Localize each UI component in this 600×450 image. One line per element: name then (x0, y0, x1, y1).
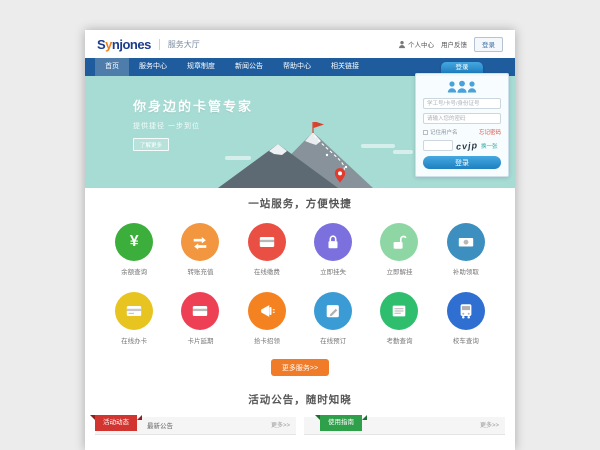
logo-accent: y (105, 37, 112, 52)
services-grid: ¥ 余额查询 转账充值 在线缴费 立即挂失 (101, 223, 499, 345)
megaphone-icon (248, 292, 286, 330)
attendance-icon (380, 292, 418, 330)
service-item-card-renewal[interactable]: 卡片延期 (167, 292, 233, 345)
nav-item-regulations[interactable]: 规章制度 (177, 58, 225, 76)
guide-panel: 使用指南 更多>> (304, 417, 505, 450)
nav-item-related-links[interactable]: 相关链接 (321, 58, 369, 76)
hero-cta-button[interactable]: 了解更多 (133, 138, 169, 151)
service-item-attendance-query[interactable]: 考勤查询 (366, 292, 432, 345)
captcha-image[interactable]: cvjp (456, 140, 479, 152)
bus-icon (447, 292, 485, 330)
nav-item-news[interactable]: 新闻公告 (225, 58, 273, 76)
lock-icon (314, 223, 352, 261)
tab-usage-guide[interactable]: 使用指南 (320, 415, 362, 431)
activity-panel-body (95, 435, 296, 450)
service-item-online-booking[interactable]: 在线预订 (300, 292, 366, 345)
guide-more-link[interactable]: 更多>> (480, 419, 499, 434)
service-item-subsidy-collect[interactable]: 补助领取 (433, 223, 499, 276)
nav-item-service-center[interactable]: 服务中心 (129, 58, 177, 76)
hero-title: 你身边的卡管专家 (133, 96, 253, 115)
logo[interactable]: Synjones (97, 37, 151, 52)
activity-more-link[interactable]: 更多>> (271, 419, 290, 434)
service-item-card-found[interactable]: 拾卡招领 (234, 292, 300, 345)
users-icon (446, 80, 478, 94)
page-container: Synjones 服务大厅 个人中心 用户反馈 登录 首页 服务中心 规章制度 … (85, 30, 515, 450)
logo-text: S (97, 37, 105, 52)
personal-center-link[interactable]: 个人中心 (398, 39, 434, 49)
card-icon (115, 292, 153, 330)
more-services-button[interactable]: 更多服务>> (271, 359, 329, 376)
service-item-bus-query[interactable]: 校车查询 (433, 292, 499, 345)
site-name: 服务大厅 (159, 39, 200, 50)
transfer-icon (181, 223, 219, 261)
cloud-decoration (393, 150, 413, 154)
tab-activity-news[interactable]: 活动动态 (95, 415, 137, 431)
captcha-input[interactable] (423, 140, 453, 151)
services-title: 一站服务，方便快捷 (85, 196, 515, 211)
logo-text: njones (112, 37, 151, 52)
person-icon (398, 40, 406, 49)
service-item-report-loss[interactable]: 立即挂失 (300, 223, 366, 276)
activity-panel: 活动动态 最新公告 更多>> (95, 417, 296, 450)
banknote-icon (447, 223, 485, 261)
nav-item-help-center[interactable]: 帮助中心 (273, 58, 321, 76)
service-item-balance-inquiry[interactable]: ¥ 余额查询 (101, 223, 167, 276)
services-section: 一站服务，方便快捷 ¥ 余额查询 转账充值 在线缴费 (85, 188, 515, 376)
login-panel: 登录 记住用户名 忘记密码 cvjp (415, 62, 509, 177)
login-submit-button[interactable]: 登录 (423, 156, 501, 169)
edit-icon (314, 292, 352, 330)
header-login-button[interactable]: 登录 (474, 37, 503, 52)
mountain-illustration (203, 122, 393, 188)
user-feedback-link[interactable]: 用户反馈 (441, 39, 467, 49)
yen-icon: ¥ (115, 223, 153, 261)
remember-checkbox[interactable] (423, 130, 428, 135)
login-tab[interactable]: 登录 (441, 62, 483, 73)
service-item-online-payment[interactable]: 在线缴费 (234, 223, 300, 276)
card-icon (248, 223, 286, 261)
unlock-icon (380, 223, 418, 261)
announcements-section: 活动公告，随时知晓 活动动态 最新公告 更多>> 使用指南 更多>> (85, 392, 515, 450)
nav-item-home[interactable]: 首页 (95, 58, 129, 76)
guide-panel-body (304, 435, 505, 450)
card-icon (181, 292, 219, 330)
password-input[interactable] (423, 113, 501, 124)
remember-label: 记住用户名 (430, 128, 458, 136)
header: Synjones 服务大厅 个人中心 用户反馈 登录 (85, 30, 515, 58)
username-input[interactable] (423, 98, 501, 109)
announcements-title: 活动公告，随时知晓 (85, 392, 515, 407)
service-item-transfer-recharge[interactable]: 转账充值 (167, 223, 233, 276)
captcha-refresh-link[interactable]: 换一张 (481, 142, 498, 150)
forgot-password-link[interactable]: 忘记密码 (479, 128, 501, 136)
service-item-online-card[interactable]: 在线办卡 (101, 292, 167, 345)
service-item-release-loss[interactable]: 立即解挂 (366, 223, 432, 276)
tab-latest-announcements[interactable]: 最新公告 (137, 419, 183, 434)
